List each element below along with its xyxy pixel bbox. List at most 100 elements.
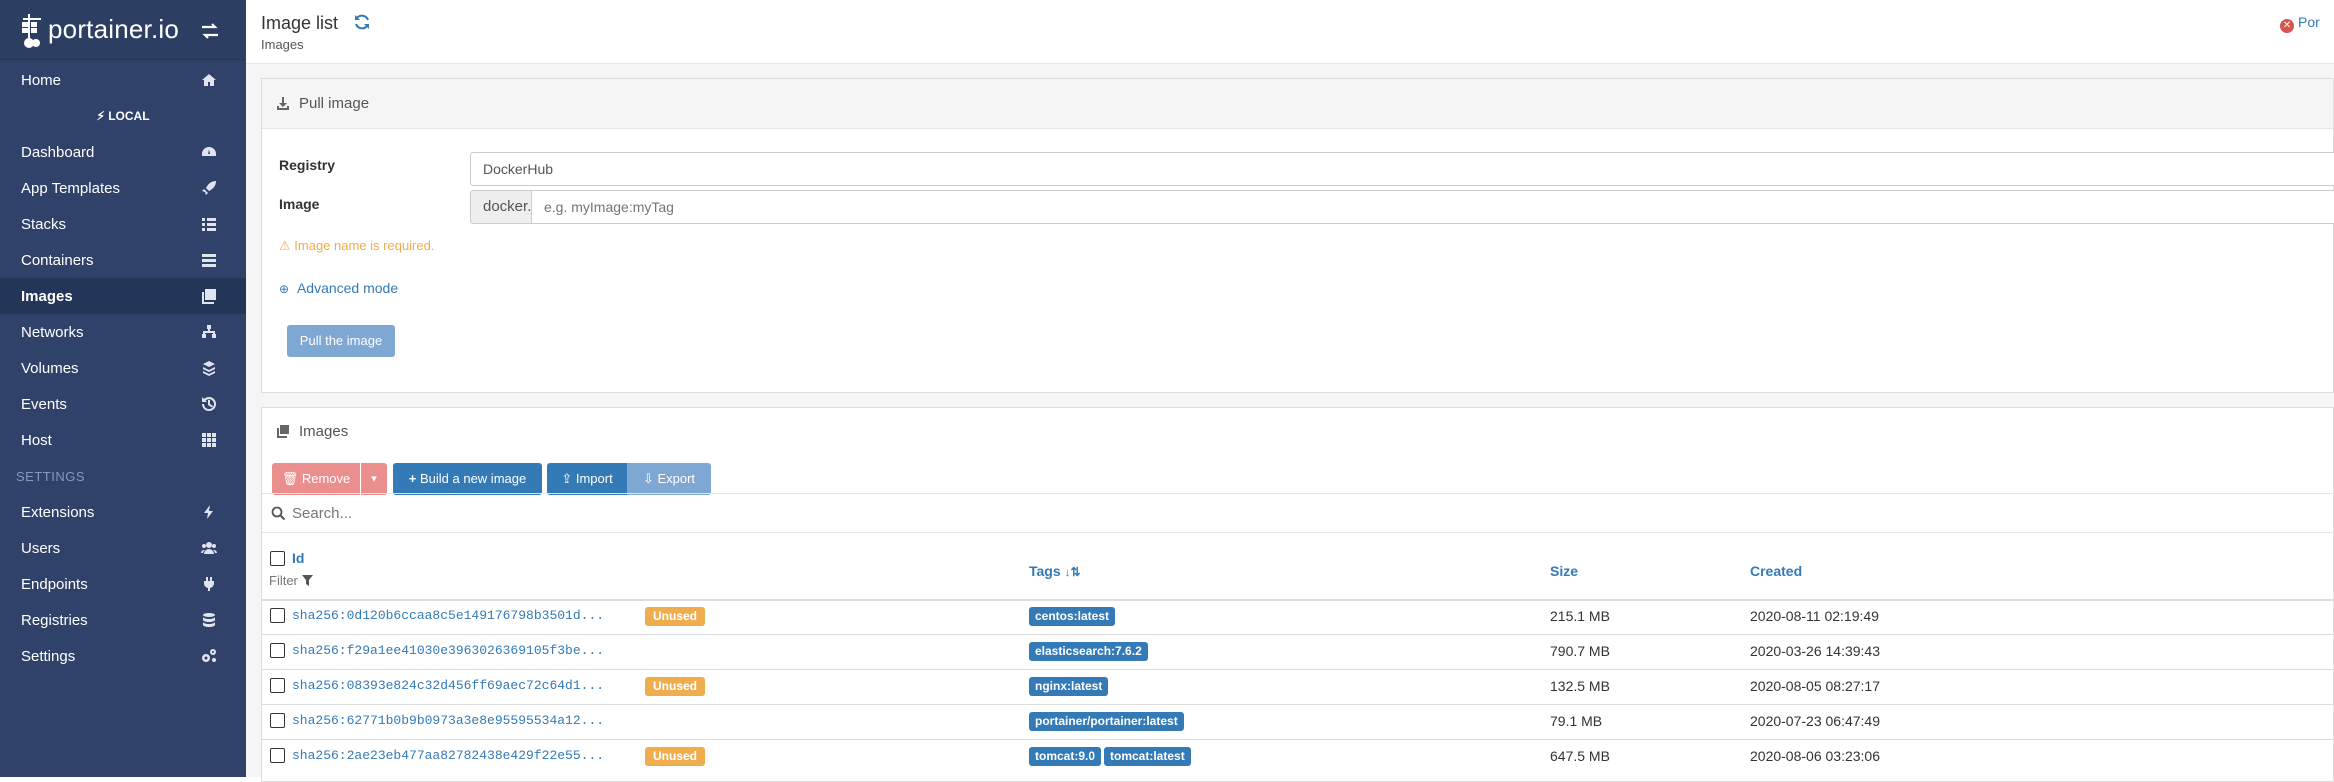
settings-section-title: SETTINGS <box>16 469 86 484</box>
sidebar-item-host[interactable]: Host <box>0 422 246 458</box>
dashboard-icon <box>202 147 216 156</box>
image-size: 647.5 MB <box>1550 748 1610 764</box>
swap-icon[interactable] <box>200 22 220 40</box>
download-icon <box>277 97 289 110</box>
sidebar-item-label: Stacks <box>21 215 67 233</box>
image-created: 2020-08-11 02:19:49 <box>1750 608 1879 624</box>
tags-column-header[interactable]: Tags ↓⇅ <box>1029 563 1081 579</box>
size-column-header[interactable]: Size <box>1550 563 1578 579</box>
image-tag: portainer/portainer:latest <box>1029 712 1184 731</box>
sidebar: portainer.io Home ⚡︎ LOCAL Dashboard App… <box>0 0 246 777</box>
id-column-header[interactable]: Id <box>292 550 304 566</box>
sidebar-item-extensions[interactable]: Extensions <box>0 494 246 530</box>
pull-image-title: Pull image <box>299 95 370 112</box>
download-icon: ⇩ <box>642 471 654 486</box>
grid-icon <box>202 433 216 447</box>
sidebar-item-label: Home <box>21 71 62 89</box>
sidebar-item-users[interactable]: Users <box>0 530 246 566</box>
users-icon <box>201 542 217 554</box>
remove-dropdown-toggle[interactable]: ▾ <box>361 463 387 495</box>
build-image-button[interactable]: + Build a new image <box>393 463 542 495</box>
registry-select[interactable] <box>470 152 2334 186</box>
filter-toggle[interactable]: Filter <box>269 573 313 588</box>
stacks-icon <box>202 218 216 231</box>
sidebar-item-endpoints[interactable]: Endpoints <box>0 566 246 602</box>
plug-icon: ⚡︎ <box>96 109 105 123</box>
logo-text[interactable]: portainer.io <box>48 14 179 45</box>
page-title: Image list <box>261 13 339 33</box>
export-button[interactable]: ⇩ Export <box>627 463 711 495</box>
database-icon <box>203 613 215 627</box>
sidebar-item-home[interactable]: Home <box>0 62 246 98</box>
portainer-logo-icon <box>22 14 41 48</box>
build-image-label: Build a new image <box>419 471 527 486</box>
remove-button[interactable]: 🗑︎ Remove <box>272 463 360 495</box>
sidebar-item-stacks[interactable]: Stacks <box>0 206 246 242</box>
sidebar-item-containers[interactable]: Containers <box>0 242 246 278</box>
sidebar-item-settings[interactable]: Settings <box>0 638 246 674</box>
row-divider <box>262 669 2333 670</box>
row-checkbox[interactable] <box>270 608 285 623</box>
containers-icon <box>202 254 216 267</box>
warning-text: Image name is required. <box>294 238 435 253</box>
sidebar-item-app-templates[interactable]: App Templates <box>0 170 246 206</box>
search-bar <box>262 493 2333 533</box>
pull-image-panel-header: Pull image <box>262 79 2333 129</box>
image-name-input[interactable] <box>531 190 2334 224</box>
images-icon <box>202 289 216 304</box>
created-column-header[interactable]: Created <box>1750 563 1802 579</box>
row-divider <box>262 634 2333 635</box>
sidebar-item-dashboard[interactable]: Dashboard <box>0 134 246 170</box>
sidebar-item-networks[interactable]: Networks <box>0 314 246 350</box>
advanced-mode-link[interactable]: ⊕ Advanced mode <box>279 280 398 296</box>
filter-icon <box>301 575 313 586</box>
sidebar-item-label: Users <box>21 539 61 557</box>
row-checkbox[interactable] <box>270 643 285 658</box>
images-panel-header: Images <box>262 408 2333 446</box>
user-menu[interactable]: ✕ Por <box>2280 14 2320 33</box>
sidebar-item-label: Containers <box>21 251 94 269</box>
cogs-icon <box>202 649 216 662</box>
image-id-link[interactable]: sha256:f29a1ee41030e3963026369105f3be... <box>292 643 604 658</box>
plug-icon <box>204 577 214 591</box>
main-content: Image list Images ✕ Por Pull image Regist… <box>246 0 2334 782</box>
image-created: 2020-03-26 14:39:43 <box>1750 643 1880 659</box>
image-id-link[interactable]: sha256:0d120b6ccaa8c5e149176798b3501d... <box>292 608 604 623</box>
pull-image-button[interactable]: Pull the image <box>287 325 395 357</box>
row-checkbox[interactable] <box>270 678 285 693</box>
bolt-icon <box>204 505 213 519</box>
image-id-link[interactable]: sha256:62771b0b9b0973a3e8e95595534a12... <box>292 713 604 728</box>
plus-icon: + <box>408 471 417 486</box>
image-id-link[interactable]: sha256:2ae23eb477aa82782438e429f22e55... <box>292 748 604 763</box>
sidebar-item-label: Host <box>21 431 52 449</box>
refresh-icon[interactable] <box>353 13 371 31</box>
import-button[interactable]: ⇪ Import <box>547 463 627 495</box>
images-panel-title: Images <box>299 423 349 440</box>
logo-row: portainer.io <box>0 0 246 60</box>
upload-icon: ⇪ <box>561 471 573 486</box>
image-size: 215.1 MB <box>1550 608 1610 624</box>
image-size: 79.1 MB <box>1550 713 1603 729</box>
volumes-icon <box>203 361 215 376</box>
sidebar-item-events[interactable]: Events <box>0 386 246 422</box>
image-tag: nginx:latest <box>1029 677 1109 696</box>
select-all-checkbox[interactable] <box>270 551 285 566</box>
image-id-link[interactable]: sha256:08393e824c32d456ff69aec72c64d1... <box>292 678 604 693</box>
sidebar-item-registries[interactable]: Registries <box>0 602 246 638</box>
image-tag: tomcat:latest <box>1104 747 1191 766</box>
home-icon <box>202 74 216 86</box>
endpoint-local-label: ⚡︎ LOCAL <box>0 101 246 131</box>
row-checkbox[interactable] <box>270 748 285 763</box>
sidebar-item-label: Volumes <box>21 359 79 377</box>
row-checkbox[interactable] <box>270 713 285 728</box>
sidebar-item-label: Endpoints <box>21 575 88 593</box>
tags-header-label: Tags <box>1029 563 1061 579</box>
image-warning: ⚠ Image name is required. <box>279 238 434 254</box>
sidebar-item-label: Events <box>21 395 67 413</box>
search-icon <box>271 506 286 521</box>
sidebar-item-images[interactable]: Images <box>0 278 246 314</box>
search-input[interactable] <box>292 498 1192 528</box>
sidebar-item-volumes[interactable]: Volumes <box>0 350 246 386</box>
unused-badge: Unused <box>645 677 706 696</box>
sidebar-item-label: Networks <box>21 323 84 341</box>
